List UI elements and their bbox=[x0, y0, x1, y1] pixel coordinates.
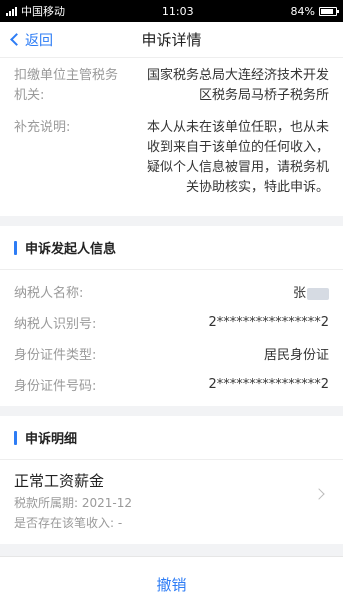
remark-row: 补充说明: 本人从未在该单位任职，也从未收到来自于该单位的任何收入，疑似个人信息… bbox=[14, 118, 329, 198]
doc-number-value: 2****************2 bbox=[208, 377, 329, 392]
carrier-name: 中国移动 bbox=[21, 5, 65, 18]
section-accent-bar bbox=[14, 430, 17, 445]
status-left: 中国移动 bbox=[6, 3, 65, 19]
revoke-button[interactable]: 撤销 bbox=[116, 566, 226, 603]
status-time: 11:03 bbox=[161, 4, 194, 18]
doc-number-row: 身份证件号码: 2****************2 bbox=[14, 375, 329, 394]
battery-percent: 84% bbox=[290, 4, 315, 18]
signal-icon bbox=[6, 6, 17, 16]
battery-level bbox=[321, 8, 333, 14]
doc-number-label: 身份证件号码: bbox=[14, 379, 97, 394]
back-label: 返回 bbox=[25, 32, 53, 49]
status-right: 84% bbox=[290, 4, 339, 18]
taxpayer-name-row: 纳税人名称: 张 bbox=[14, 282, 329, 301]
applicant-section-header: 申诉发起人信息 bbox=[0, 226, 343, 270]
taxpayer-id-row: 纳税人识别号: 2****************2 bbox=[14, 313, 329, 332]
taxpayer-name-value: 张 bbox=[293, 282, 329, 301]
footer-bar: 撤销 bbox=[0, 556, 343, 611]
taxpayer-name-text: 张 bbox=[292, 286, 306, 301]
detail-list-item[interactable]: 正常工资薪金 税款所属期: 2021-12 是否存在该笔收入: - bbox=[0, 460, 343, 544]
income-exists: 是否存在该笔收入: - bbox=[14, 516, 123, 530]
applicant-card: 申诉发起人信息 纳税人名称: 张 纳税人识别号: 2**************… bbox=[0, 226, 343, 406]
tax-info-card: 扣缴单位主管税务机关: 国家税务总局大连经济技术开发区税务局马桥子税务所 补充说… bbox=[0, 58, 343, 216]
applicant-section-title: 申诉发起人信息 bbox=[25, 242, 117, 257]
chevron-left-icon bbox=[10, 33, 23, 46]
taxpayer-name-label: 纳税人名称: bbox=[14, 286, 84, 301]
details-section-header: 申诉明细 bbox=[0, 416, 343, 460]
taxpayer-id-label: 纳税人识别号: bbox=[14, 317, 97, 332]
authority-value: 国家税务总局大连经济技术开发区税务局马桥子税务所 bbox=[146, 68, 329, 103]
redaction-blur bbox=[307, 287, 329, 300]
doc-type-label: 身份证件类型: bbox=[14, 348, 97, 363]
authority-row: 扣缴单位主管税务机关: 国家税务总局大连经济技术开发区税务局马桥子税务所 bbox=[14, 66, 329, 106]
income-type: 正常工资薪金 bbox=[14, 472, 105, 490]
section-accent-bar bbox=[14, 240, 17, 255]
details-card: 申诉明细 正常工资薪金 税款所属期: 2021-12 是否存在该笔收入: - bbox=[0, 416, 343, 544]
doc-type-row: 身份证件类型: 居民身份证 bbox=[14, 344, 329, 363]
remark-value: 本人从未在该单位任职，也从未收到来自于该单位的任何收入，疑似个人信息被冒用，请税… bbox=[146, 120, 329, 195]
taxpayer-id-value: 2****************2 bbox=[208, 315, 329, 330]
applicant-fields: 纳税人名称: 张 纳税人识别号: 2****************2 身份证件… bbox=[0, 270, 343, 406]
remark-label: 补充说明: bbox=[14, 120, 71, 135]
doc-type-value: 居民身份证 bbox=[263, 348, 329, 363]
tax-period: 税款所属期: 2021-12 bbox=[14, 496, 132, 510]
status-bar: 中国移动 11:03 84% bbox=[0, 0, 343, 22]
battery-icon bbox=[319, 6, 339, 16]
back-button[interactable]: 返回 bbox=[0, 22, 53, 57]
nav-bar: 返回 申诉详情 bbox=[0, 22, 343, 58]
details-section-title: 申诉明细 bbox=[25, 432, 78, 447]
authority-label: 扣缴单位主管税务机关: bbox=[14, 68, 119, 103]
content: 扣缴单位主管税务机关: 国家税务总局大连经济技术开发区税务局马桥子税务所 补充说… bbox=[0, 58, 343, 556]
